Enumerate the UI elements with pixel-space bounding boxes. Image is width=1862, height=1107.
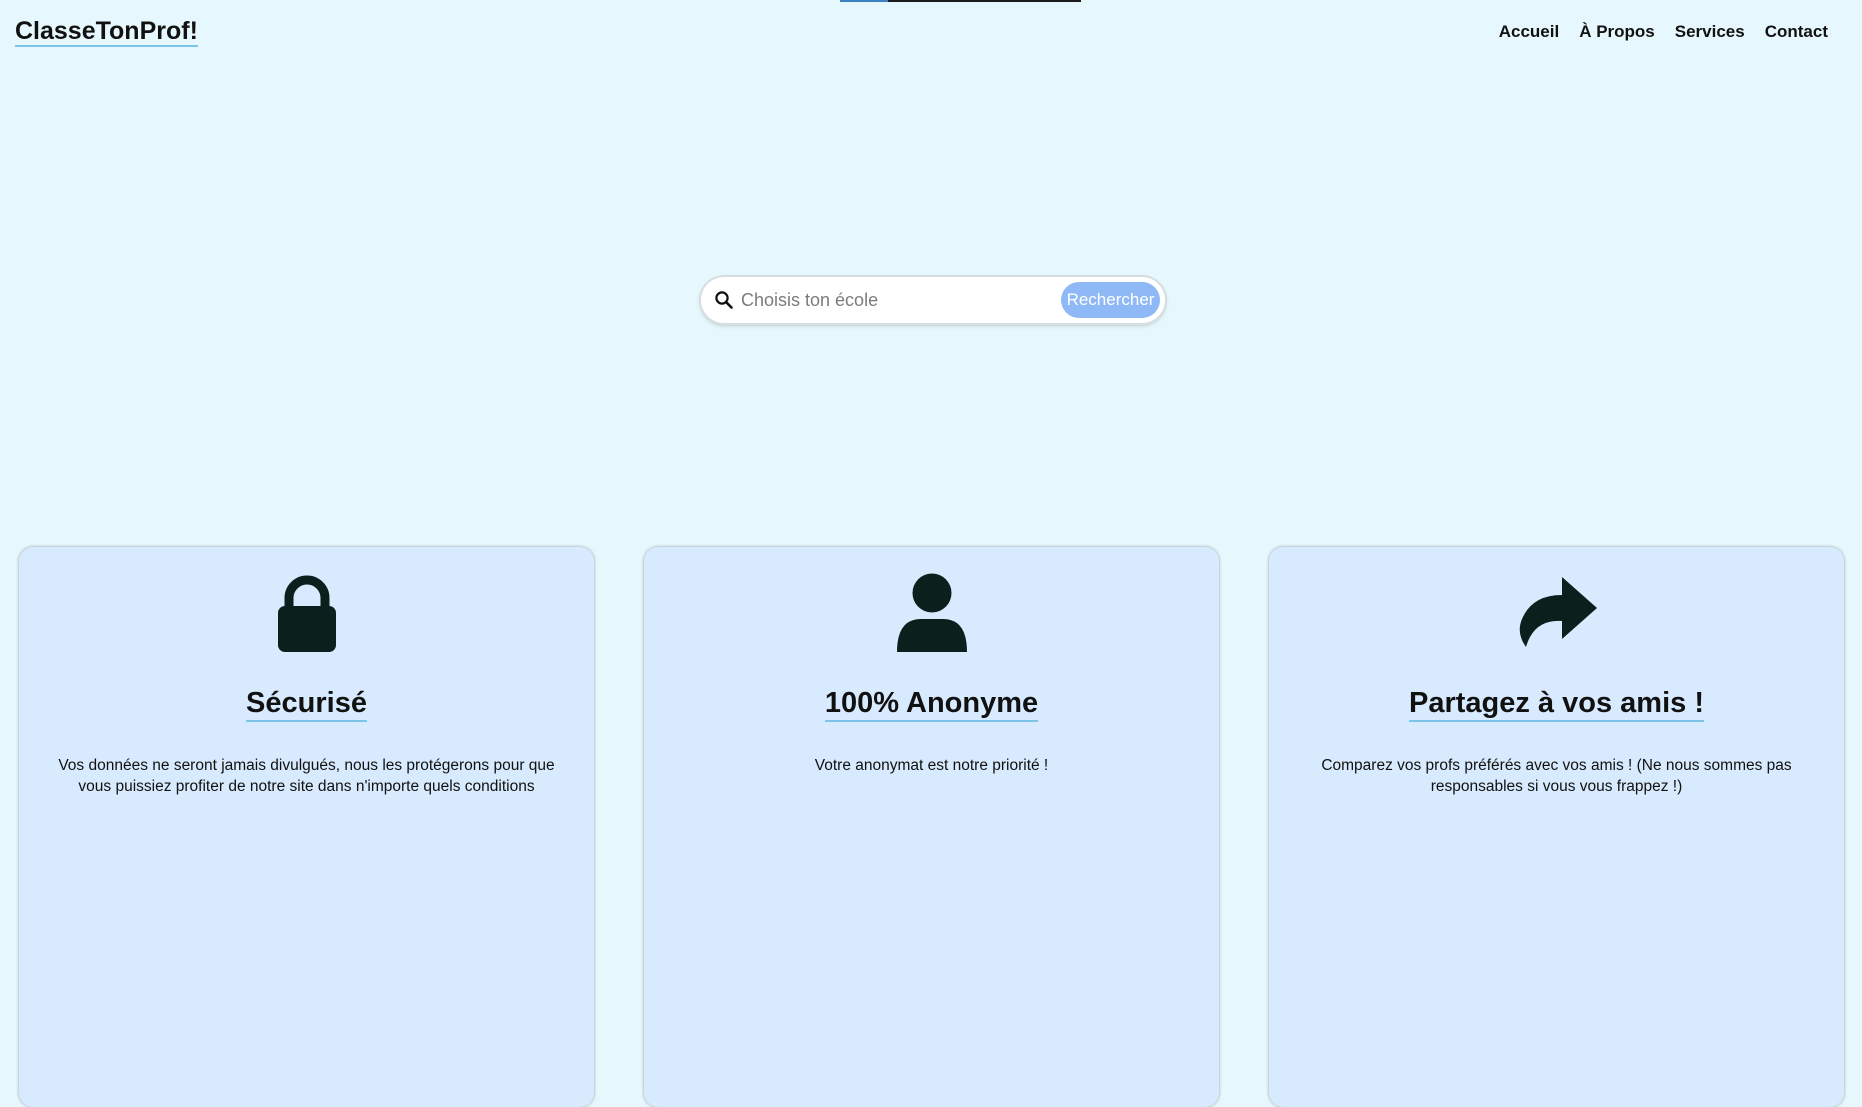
school-search-bar: Rechercher: [701, 277, 1165, 323]
search-icon: [715, 291, 733, 309]
feature-description: Votre anonymat est notre priorité !: [814, 757, 1049, 774]
nav-link-accueil[interactable]: Accueil: [1499, 22, 1559, 42]
user-icon: [896, 573, 967, 652]
nav-link-services[interactable]: Services: [1675, 22, 1745, 42]
share-icon: [1519, 577, 1597, 647]
feature-title: 100% Anonyme: [644, 686, 1219, 722]
main-nav: Accueil À Propos Services Contact: [1499, 22, 1828, 42]
feature-card-securise: Sécurisé Vos données ne seront jamais di…: [19, 547, 594, 1107]
school-search-input[interactable]: [741, 285, 1056, 315]
lock-icon: [277, 575, 336, 652]
site-logo-link[interactable]: ClasseTonProf!: [15, 18, 198, 47]
site-header: ClasseTonProf! Accueil À Propos Services…: [0, 0, 1862, 66]
nav-link-a-propos[interactable]: À Propos: [1579, 22, 1655, 42]
feature-title: Partagez à vos amis !: [1269, 686, 1844, 722]
features-section: Sécurisé Vos données ne seront jamais di…: [19, 547, 1844, 1107]
feature-description: Vos données ne seront jamais divulgués, …: [58, 757, 555, 795]
feature-description: Comparez vos profs préférés avec vos ami…: [1321, 757, 1792, 795]
feature-card-anonyme: 100% Anonyme Votre anonymat est notre pr…: [644, 547, 1219, 1107]
feature-card-partage: Partagez à vos amis ! Comparez vos profs…: [1269, 547, 1844, 1107]
search-button[interactable]: Rechercher: [1061, 282, 1160, 318]
feature-title: Sécurisé: [19, 686, 594, 722]
nav-link-contact[interactable]: Contact: [1765, 22, 1828, 42]
